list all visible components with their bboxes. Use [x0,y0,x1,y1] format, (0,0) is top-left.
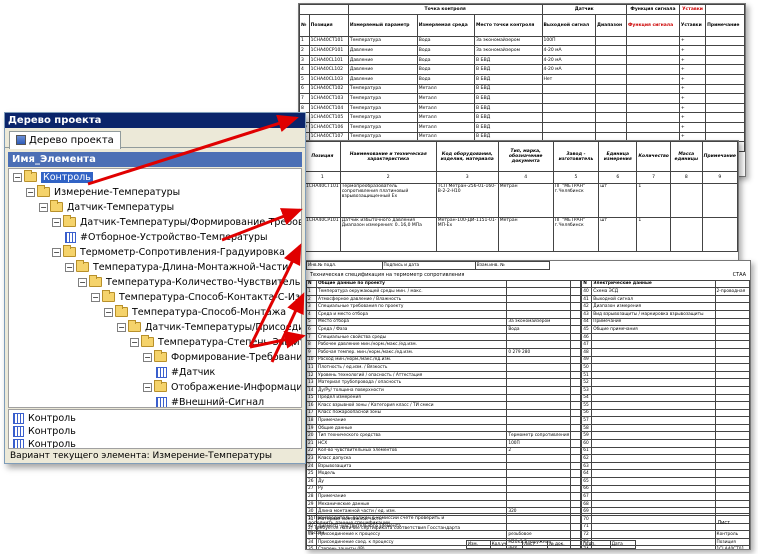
arrow-otobrazhenie [270,292,305,363]
arrow-to-thermometer-spec [249,330,306,349]
arrow-to-equipment-spec [221,208,303,242]
red-arrows [87,114,306,363]
arrow-datchik [248,243,302,348]
arrow-to-signal-list [87,114,299,186]
